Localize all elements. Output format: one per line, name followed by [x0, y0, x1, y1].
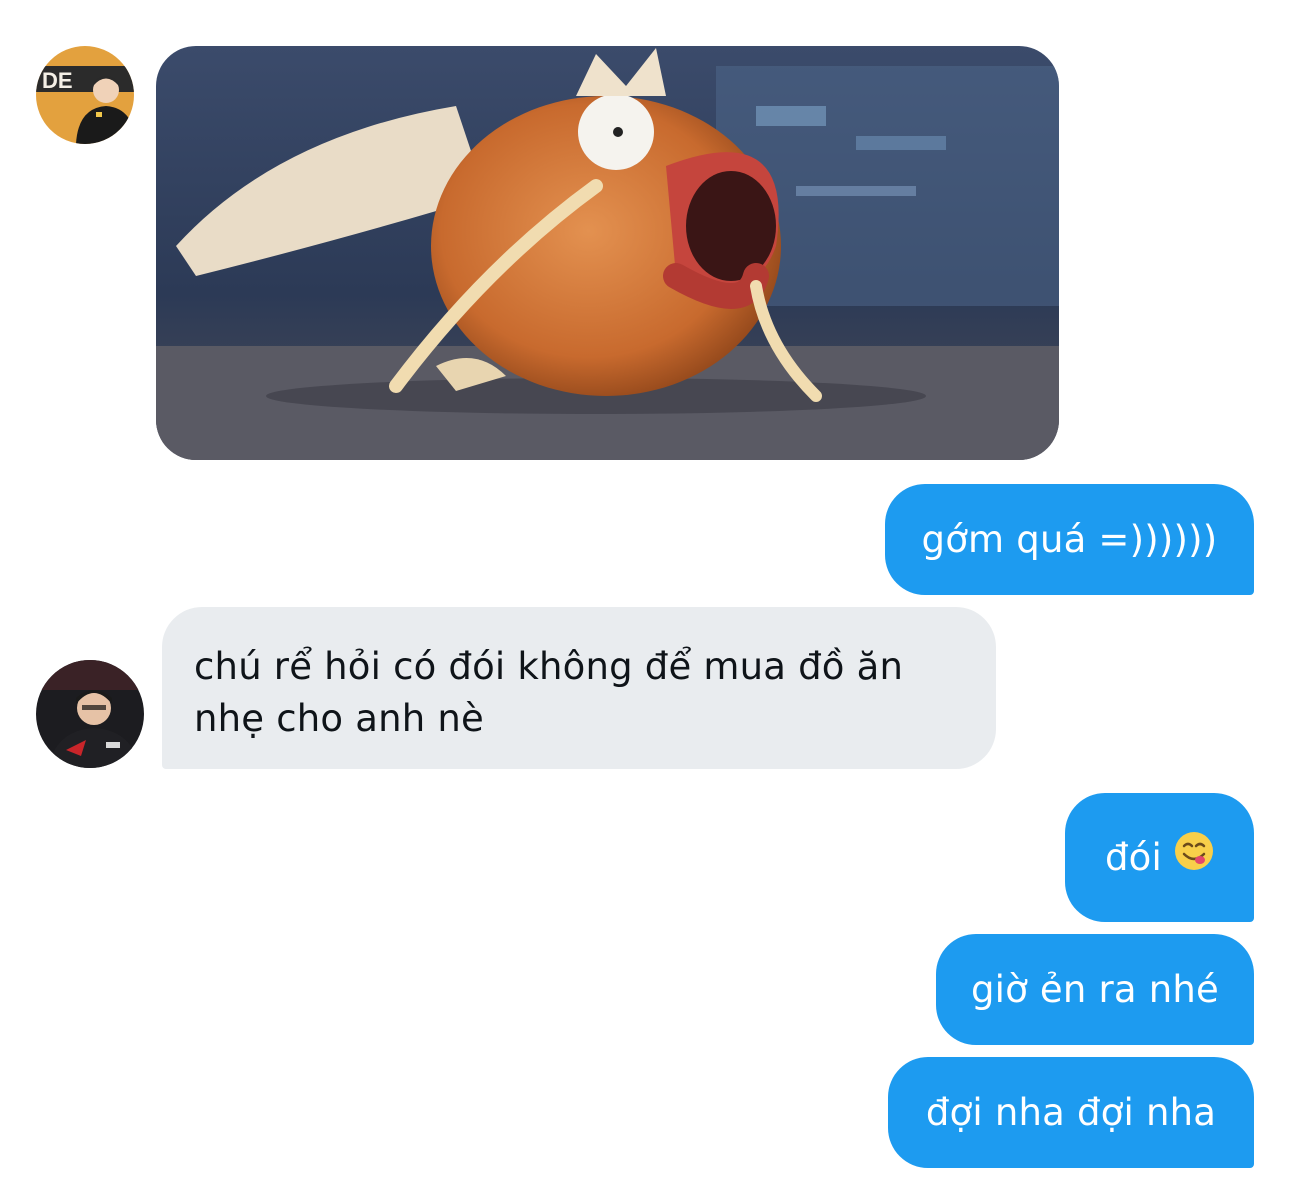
magikarp-meme-photo	[156, 46, 1059, 460]
contact-avatar[interactable]	[36, 660, 144, 768]
svg-text:DE: DE	[42, 68, 73, 93]
outgoing-message-bubble[interactable]: giờ ẻn ra nhé	[936, 934, 1254, 1045]
message-text: chú rể hỏi có đói không để mua đồ ăn nhẹ…	[194, 645, 904, 740]
message-text: đói	[1104, 835, 1162, 879]
image-message[interactable]	[156, 46, 1059, 460]
face-savoring-food-emoji	[1174, 831, 1214, 885]
outgoing-message-bubble[interactable]: đói	[1065, 793, 1254, 922]
incoming-message-bubble[interactable]: chú rể hỏi có đói không để mua đồ ăn nhẹ…	[162, 607, 996, 769]
avatar-photo-icon	[36, 660, 144, 768]
message-text: giờ ẻn ra nhé	[970, 967, 1220, 1011]
avatar-photo-icon: DE	[36, 46, 134, 144]
message-text: đợi nha đợi nha	[925, 1090, 1217, 1134]
sender-avatar[interactable]: DE	[36, 46, 134, 144]
message-text: gớm quá =))))))	[921, 517, 1218, 561]
outgoing-message-bubble[interactable]: đợi nha đợi nha	[888, 1057, 1254, 1168]
outgoing-message-bubble[interactable]: gớm quá =))))))	[885, 484, 1254, 595]
